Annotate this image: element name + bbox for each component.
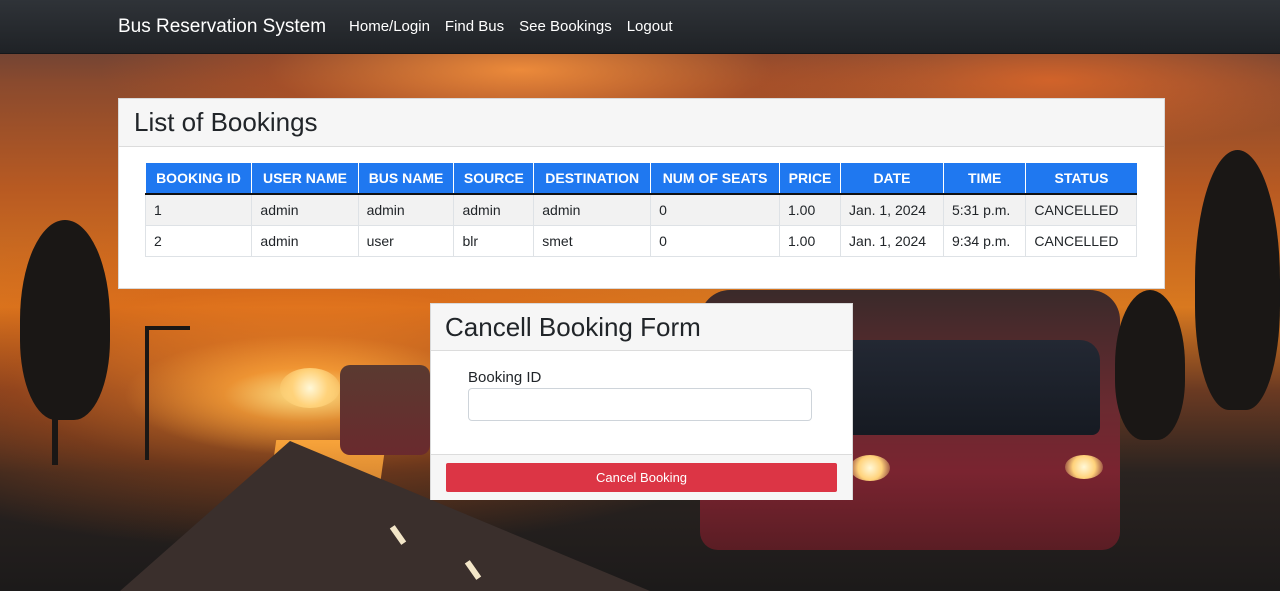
cell-source: admin — [453, 193, 535, 226]
cancel-booking-button[interactable]: Cancel Booking — [446, 463, 837, 492]
cell-booking-id: 2 — [144, 225, 253, 257]
tree — [1195, 150, 1280, 410]
column-header-user-name: USER NAME — [251, 163, 359, 195]
column-header-booking-id: BOOKING ID — [145, 163, 253, 195]
cell-time: 9:34 p.m. — [942, 225, 1027, 257]
column-header-num-of-seats: NUM OF SEATS — [650, 163, 780, 195]
cell-price: 1.00 — [778, 193, 842, 226]
column-header-date: DATE — [840, 163, 944, 195]
column-header-destination: DESTINATION — [533, 163, 652, 195]
nav-links: Home/Login Find Bus See Bookings Logout — [341, 18, 680, 35]
street-lamp-arm — [145, 326, 190, 330]
table-row: 2 admin user blr smet 0 1.00 Jan. 1, 202… — [144, 225, 1137, 257]
column-header-bus-name: BUS NAME — [358, 163, 455, 195]
booking-id-input[interactable] — [468, 388, 812, 421]
headlight — [1065, 455, 1103, 479]
column-header-source: SOURCE — [453, 163, 535, 195]
column-header-time: TIME — [943, 163, 1027, 195]
nav-home-login[interactable]: Home/Login — [349, 18, 430, 35]
street-lamp — [145, 330, 149, 460]
cell-status: CANCELLED — [1025, 225, 1137, 257]
cell-bus-name: admin — [357, 193, 455, 226]
column-header-price: PRICE — [779, 163, 842, 195]
nav-see-bookings[interactable]: See Bookings — [519, 18, 612, 35]
cell-bus-name: user — [357, 225, 455, 257]
cell-date: Jan. 1, 2024 — [840, 193, 944, 226]
bus-windshield — [830, 340, 1100, 435]
cell-destination: admin — [533, 193, 652, 226]
cell-date: Jan. 1, 2024 — [840, 225, 944, 257]
cell-user-name: admin — [251, 193, 359, 226]
tree — [1115, 290, 1185, 440]
booking-id-label: Booking ID — [468, 369, 542, 386]
tree-trunk — [52, 400, 58, 465]
column-header-status: STATUS — [1025, 163, 1137, 195]
nav-find-bus[interactable]: Find Bus — [445, 18, 504, 35]
cell-status: CANCELLED — [1025, 193, 1137, 226]
bus-small — [340, 365, 430, 455]
bookings-table: BOOKING ID USER NAME BUS NAME SOURCE DES… — [144, 163, 1137, 257]
brand-link[interactable]: Bus Reservation System — [118, 16, 326, 38]
cancel-booking-card: Cancell Booking Form Booking ID Cancel B… — [430, 303, 853, 500]
bookings-card: List of Bookings BOOKING ID USER NAME BU… — [118, 98, 1165, 289]
navbar: Bus Reservation System Home/Login Find B… — [0, 0, 1280, 54]
cell-num-of-seats: 0 — [650, 225, 780, 257]
cancel-form-title: Cancell Booking Form — [431, 304, 852, 351]
sun — [280, 368, 340, 408]
cell-num-of-seats: 0 — [650, 193, 780, 226]
table-header-row: BOOKING ID USER NAME BUS NAME SOURCE DES… — [145, 163, 1137, 195]
tree — [20, 220, 110, 420]
headlight — [850, 455, 890, 481]
cancel-form-footer: Cancel Booking — [431, 454, 852, 500]
bookings-title: List of Bookings — [119, 99, 1164, 147]
table-row: 1 admin admin admin admin 0 1.00 Jan. 1,… — [144, 193, 1137, 226]
nav-logout[interactable]: Logout — [627, 18, 673, 35]
cell-user-name: admin — [251, 225, 359, 257]
cell-price: 1.00 — [778, 225, 842, 257]
cell-booking-id: 1 — [144, 193, 253, 226]
cell-time: 5:31 p.m. — [942, 193, 1027, 226]
page: Bus Reservation System Home/Login Find B… — [0, 0, 1280, 591]
cell-destination: smet — [533, 225, 652, 257]
cell-source: blr — [453, 225, 535, 257]
